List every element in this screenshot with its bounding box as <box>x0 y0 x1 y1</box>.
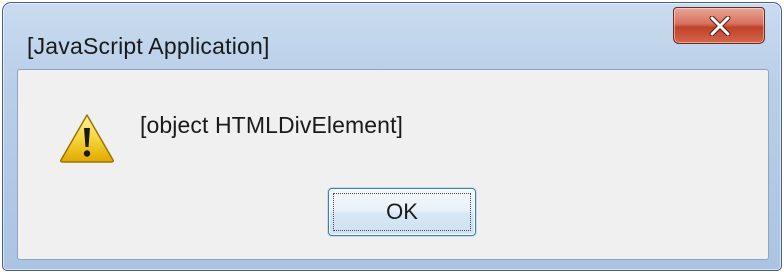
dialog-window: [JavaScript Application] [object HTMLDiv… <box>2 2 782 271</box>
close-icon <box>709 16 731 36</box>
ok-button-label: OK <box>386 199 418 224</box>
title-bar[interactable]: [JavaScript Application] <box>3 3 781 65</box>
dialog-message: [object HTMLDivElement] <box>140 112 404 138</box>
window-title: [JavaScript Application] <box>27 33 270 59</box>
dialog-body: [object HTMLDivElement] OK <box>17 69 769 260</box>
warning-icon <box>60 114 114 163</box>
ok-button[interactable]: OK <box>328 188 476 236</box>
close-button[interactable] <box>673 7 765 44</box>
